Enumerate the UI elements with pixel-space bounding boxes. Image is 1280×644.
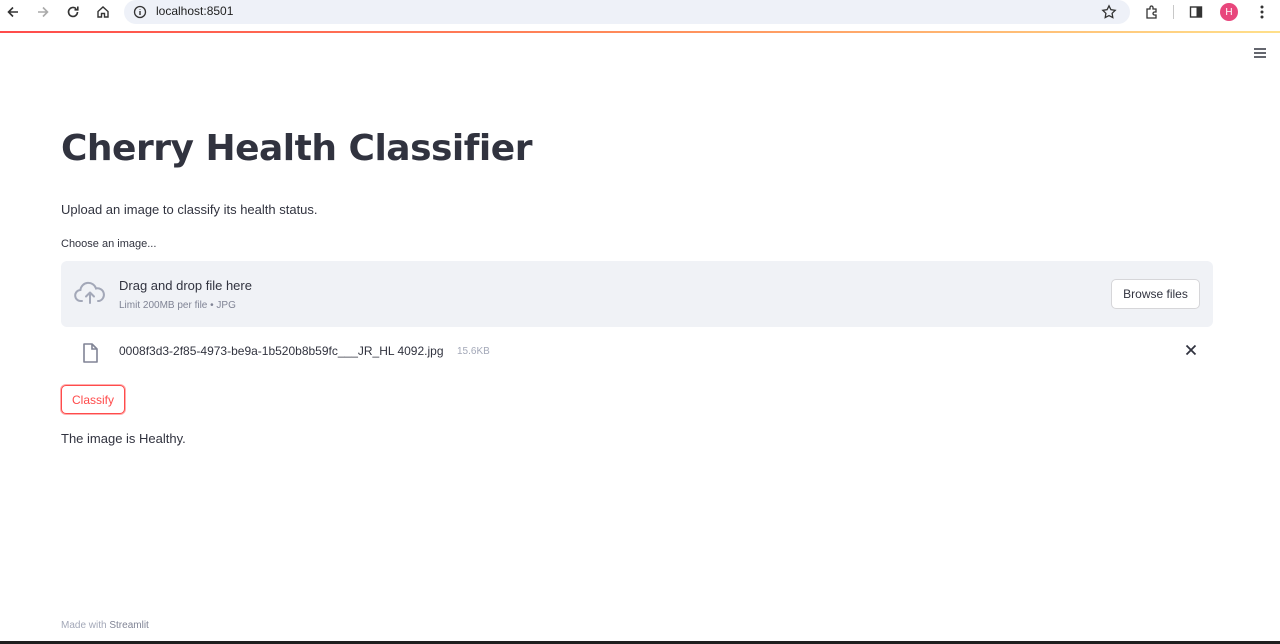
uploaded-file-name: 0008f3d3-2f85-4973-be9a-1b520b8b59fc___J…: [119, 344, 444, 358]
uploader-label: Choose an image...: [61, 238, 157, 250]
page-subtitle: Upload an image to classify its health s…: [61, 202, 318, 217]
back-icon[interactable]: [4, 3, 22, 21]
profile-avatar[interactable]: H: [1220, 3, 1238, 21]
classification-result: The image is Healthy.: [61, 431, 186, 446]
footer-prefix: Made with: [61, 620, 107, 631]
browser-toolbar: localhost:8501 H: [0, 0, 1280, 24]
side-panel-icon[interactable]: [1187, 3, 1205, 21]
browser-menu-icon[interactable]: [1253, 3, 1271, 21]
file-dropzone[interactable]: Drag and drop file here Limit 200MB per …: [61, 261, 1213, 327]
uploaded-file-row: 0008f3d3-2f85-4973-be9a-1b520b8b59fc___J…: [61, 340, 1213, 364]
toolbar-divider: [1173, 5, 1174, 19]
streamlit-link[interactable]: Streamlit: [109, 620, 148, 631]
extensions-icon[interactable]: [1143, 3, 1161, 21]
file-icon: [81, 342, 99, 364]
forward-icon[interactable]: [34, 3, 52, 21]
browse-files-button[interactable]: Browse files: [1111, 279, 1200, 309]
bookmark-star-icon[interactable]: [1101, 4, 1117, 25]
streamlit-header-decoration: [0, 31, 1280, 33]
main-menu-icon[interactable]: [1252, 46, 1268, 60]
classify-button[interactable]: Classify: [61, 385, 125, 414]
address-bar[interactable]: localhost:8501: [124, 0, 1130, 24]
site-info-icon[interactable]: [133, 5, 147, 24]
page-title: Cherry Health Classifier: [61, 128, 532, 169]
remove-file-icon[interactable]: [1183, 342, 1199, 358]
dropzone-instruction: Drag and drop file here: [119, 278, 252, 293]
url-text: localhost:8501: [156, 4, 234, 18]
footer: Made with Streamlit: [61, 620, 149, 631]
uploaded-file-size: 15.6KB: [457, 346, 490, 357]
home-icon[interactable]: [94, 3, 112, 21]
reload-icon[interactable]: [64, 3, 82, 21]
dropzone-limit: Limit 200MB per file • JPG: [119, 300, 236, 311]
cloud-upload-icon: [74, 280, 106, 306]
